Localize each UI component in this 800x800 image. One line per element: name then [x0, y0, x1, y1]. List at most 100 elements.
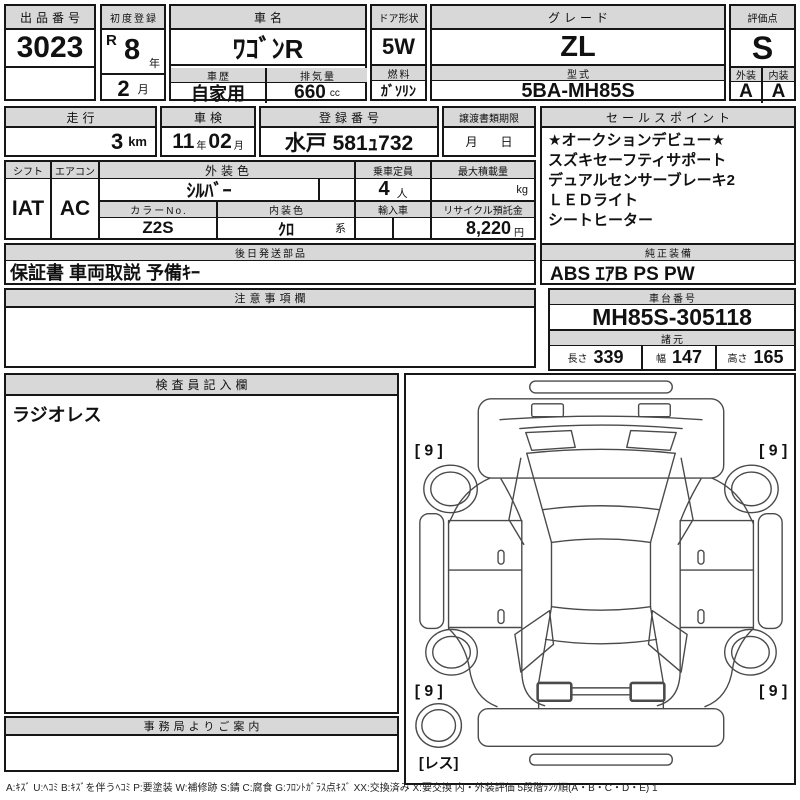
- office-notice-label: 事務局よりご案内: [6, 718, 397, 736]
- inspector-notes-box: 検査員記入欄 ラジオレス: [4, 373, 399, 714]
- mileage-unit: km: [128, 134, 147, 149]
- displacement-cell: 排気量 660 cc: [267, 68, 367, 103]
- shaken-value: 11 年 02 月: [162, 128, 254, 155]
- roof: [550, 538, 652, 544]
- headlight-left: [531, 403, 565, 418]
- registration-number-box: 登録番号 水戸 581ｭ732: [259, 106, 439, 157]
- car-name-value: ﾜｺﾞﾝR: [171, 30, 365, 66]
- grade-value: ZL: [432, 30, 724, 66]
- door-shape-value: 5W: [372, 30, 425, 66]
- sales-point-line: シートヒーター: [548, 212, 654, 229]
- displacement-value: 660 cc: [267, 82, 367, 103]
- displacement-unit: cc: [329, 87, 340, 99]
- sales-points-label: セールスポイント: [542, 108, 794, 128]
- month-unit: 月: [137, 84, 149, 96]
- rear-bumper: [477, 707, 725, 747]
- chassis-box: 車台番号 MH85S-305118 諸元 長さ 339 幅 147 高さ 165: [548, 288, 796, 371]
- oem-equipment-value: ABS ｴｱB PS PW: [550, 263, 695, 285]
- length-cell: 長さ 339: [550, 346, 643, 369]
- chassis-value: MH85S-305118: [550, 304, 794, 331]
- height-value: 165: [753, 347, 784, 367]
- exterior-color-extra-cell: [320, 179, 356, 202]
- registration-number-label: 登録番号: [261, 108, 437, 128]
- displacement-number: 660: [294, 82, 326, 103]
- shaken-month: 02: [208, 129, 232, 153]
- era-code: R: [106, 32, 117, 49]
- sales-point-line: ＬＥＤライト: [548, 192, 639, 209]
- aircon-label: エアコン: [52, 162, 98, 179]
- door-handle: [497, 608, 505, 625]
- auction-number-empty-cell: [6, 68, 94, 99]
- length-label: 長さ: [567, 354, 588, 365]
- interior-score-cell: 内装 A: [763, 68, 794, 103]
- inspector-notes-label: 検査員記入欄: [6, 375, 397, 396]
- c-pillar-right: [647, 609, 688, 673]
- tire-mark-front-left: [ 9 ]: [415, 442, 443, 459]
- first-registration-year: 8: [124, 34, 141, 66]
- door-shape-box: ドア形状 5W 燃料 ｶﾞｿﾘﾝ: [370, 4, 427, 101]
- score-label: 評価点: [731, 6, 794, 30]
- fuel-value: ｶﾞｿﾘﾝ: [381, 83, 416, 99]
- height-label: 高さ: [727, 354, 748, 365]
- rear-lower-bar: [529, 753, 673, 766]
- later-parts-box: 後日発送部品 保証書 車両取説 予備ｷｰ: [4, 243, 536, 285]
- shift-value: IAT: [11, 196, 45, 220]
- shaken-year: 11: [172, 129, 195, 153]
- tire-mark-rear-right: [ 9 ]: [759, 683, 787, 700]
- model-code-value: 5BA-MH85S: [521, 79, 635, 102]
- registration-number-value: 水戸 581ｭ732: [284, 131, 414, 155]
- year-unit: 年: [149, 58, 160, 70]
- door-shape-label: ドア形状: [372, 6, 425, 30]
- max-load-label: 最大積載量: [432, 162, 534, 179]
- fuel-label: 燃料: [372, 66, 425, 81]
- sales-points-list: ★オークションデビュー★ スズキセーフティサポート デュアルセンサーブレーキ2 …: [542, 128, 794, 234]
- taillight-left: [536, 681, 573, 703]
- width-value: 147: [671, 347, 703, 367]
- mileage-value: 3 km: [6, 128, 155, 155]
- length-value: 339: [593, 347, 624, 367]
- displacement-label: 排気量: [267, 68, 367, 83]
- doors-left: [447, 519, 523, 629]
- exterior-score-cell: 外装 A: [731, 68, 763, 103]
- tire-mark-rear-left: [ 9 ]: [415, 683, 443, 700]
- shaken-label: 車検: [162, 108, 254, 128]
- exterior-color-value: ｼﾙﾊﾞｰ: [100, 179, 320, 202]
- first-registration-label: 初度登録: [102, 6, 164, 30]
- grade-label: グレード: [432, 6, 724, 30]
- aircon-cell: エアコン AC: [52, 162, 100, 238]
- headlight-right: [637, 403, 671, 418]
- tire-mark-front-right: [ 9 ]: [759, 442, 787, 459]
- aircon-value: AC: [59, 196, 91, 220]
- exterior-score: A: [739, 80, 753, 102]
- first-registration-box: 初度登録 R 8 年 2 月: [100, 4, 166, 101]
- later-parts-value: 保証書 車両取説 予備ｷｰ: [10, 263, 201, 283]
- car-diagram: [ 9 ] [ 9 ] [ 9 ] [ 9 ] [レス]: [415, 380, 787, 772]
- rocker-left: [419, 512, 445, 630]
- import-car-label: 輸入車: [356, 202, 432, 218]
- capacity-value: 4 人: [356, 178, 432, 202]
- transfer-month-unit: 月: [465, 135, 478, 149]
- import-car-extra-cell: [394, 218, 432, 238]
- history-cell: 車歴 自家用: [171, 68, 267, 104]
- car-outline: [415, 380, 783, 766]
- shaken-box: 車検 11 年 02 月: [160, 106, 256, 157]
- notes-label: 注意事項欄: [6, 290, 534, 308]
- transfer-docs-value: 月 日: [444, 128, 534, 155]
- sales-point-line: デュアルセンサーブレーキ2: [548, 172, 735, 189]
- width-cell: 幅 147: [643, 346, 717, 369]
- height-cell: 高さ 165: [717, 346, 794, 369]
- interior-color-name: ｸﾛ: [277, 222, 294, 239]
- auction-number-label: 出品番号: [6, 6, 94, 30]
- recycle-fee-value: 8,220 円: [432, 218, 534, 239]
- recycle-fee-label: リサイクル預託金: [432, 202, 534, 218]
- shift-label: シフト: [6, 162, 50, 179]
- rocker-right: [757, 512, 783, 630]
- door-handle: [497, 549, 505, 565]
- legend-text: A:ｷｽﾞ U:ﾍｺﾐ B:ｷｽﾞを伴うﾍｺﾐ P:要塗装 W:補修跡 S:錆 …: [6, 783, 658, 794]
- auction-number-box: 出品番号 3023: [4, 4, 96, 101]
- c-pillar-left: [514, 609, 555, 673]
- mileage-label: 走行: [6, 108, 155, 128]
- max-load-value: kg: [432, 179, 534, 202]
- capacity-unit: 人: [396, 187, 408, 200]
- width-label: 幅: [655, 354, 666, 365]
